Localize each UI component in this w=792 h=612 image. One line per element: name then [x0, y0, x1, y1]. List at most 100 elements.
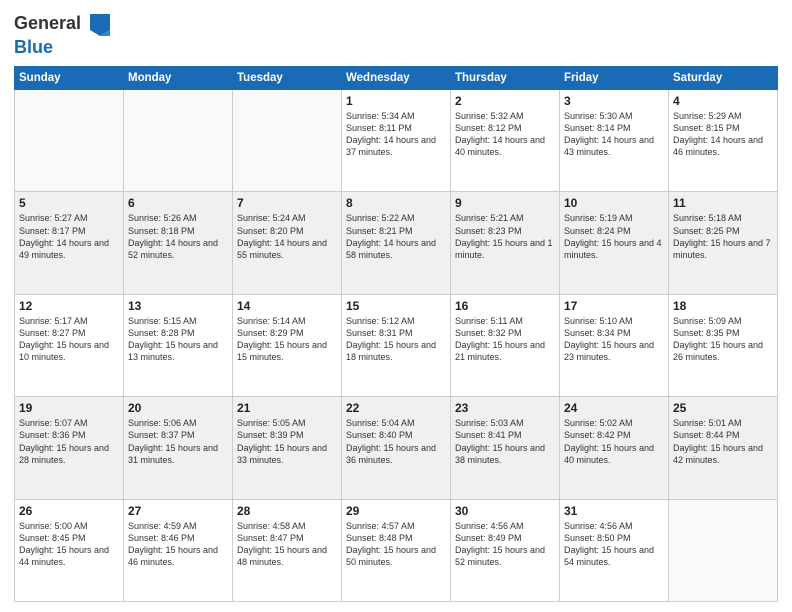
cell-info: Sunrise: 5:32 AMSunset: 8:12 PMDaylight:…	[455, 110, 555, 159]
cell-info: Sunrise: 5:04 AMSunset: 8:40 PMDaylight:…	[346, 417, 446, 466]
calendar-cell: 23Sunrise: 5:03 AMSunset: 8:41 PMDayligh…	[451, 397, 560, 499]
day-number: 7	[237, 195, 337, 211]
calendar-cell: 27Sunrise: 4:59 AMSunset: 8:46 PMDayligh…	[124, 499, 233, 601]
calendar-cell: 25Sunrise: 5:01 AMSunset: 8:44 PMDayligh…	[669, 397, 778, 499]
calendar-cell: 26Sunrise: 5:00 AMSunset: 8:45 PMDayligh…	[15, 499, 124, 601]
calendar-cell: 9Sunrise: 5:21 AMSunset: 8:23 PMDaylight…	[451, 192, 560, 294]
cell-info: Sunrise: 5:19 AMSunset: 8:24 PMDaylight:…	[564, 212, 664, 261]
day-number: 23	[455, 400, 555, 416]
day-number: 13	[128, 298, 228, 314]
cell-info: Sunrise: 5:29 AMSunset: 8:15 PMDaylight:…	[673, 110, 773, 159]
calendar-cell: 20Sunrise: 5:06 AMSunset: 8:37 PMDayligh…	[124, 397, 233, 499]
calendar-cell: 24Sunrise: 5:02 AMSunset: 8:42 PMDayligh…	[560, 397, 669, 499]
logo-general: General	[14, 10, 112, 38]
day-number: 14	[237, 298, 337, 314]
calendar-cell	[233, 89, 342, 191]
day-number: 31	[564, 503, 664, 519]
calendar-cell: 6Sunrise: 5:26 AMSunset: 8:18 PMDaylight…	[124, 192, 233, 294]
cell-info: Sunrise: 5:14 AMSunset: 8:29 PMDaylight:…	[237, 315, 337, 364]
calendar-cell: 31Sunrise: 4:56 AMSunset: 8:50 PMDayligh…	[560, 499, 669, 601]
day-number: 11	[673, 195, 773, 211]
cell-info: Sunrise: 5:27 AMSunset: 8:17 PMDaylight:…	[19, 212, 119, 261]
col-header-monday: Monday	[124, 66, 233, 89]
calendar-cell: 19Sunrise: 5:07 AMSunset: 8:36 PMDayligh…	[15, 397, 124, 499]
day-number: 17	[564, 298, 664, 314]
calendar-cell: 29Sunrise: 4:57 AMSunset: 8:48 PMDayligh…	[342, 499, 451, 601]
cell-info: Sunrise: 5:17 AMSunset: 8:27 PMDaylight:…	[19, 315, 119, 364]
day-number: 5	[19, 195, 119, 211]
calendar-cell: 21Sunrise: 5:05 AMSunset: 8:39 PMDayligh…	[233, 397, 342, 499]
cell-info: Sunrise: 5:11 AMSunset: 8:32 PMDaylight:…	[455, 315, 555, 364]
day-number: 2	[455, 93, 555, 109]
day-number: 21	[237, 400, 337, 416]
logo-blue: Blue	[14, 38, 112, 58]
cell-info: Sunrise: 4:57 AMSunset: 8:48 PMDaylight:…	[346, 520, 446, 569]
day-number: 1	[346, 93, 446, 109]
calendar-week-row: 19Sunrise: 5:07 AMSunset: 8:36 PMDayligh…	[15, 397, 778, 499]
cell-info: Sunrise: 5:02 AMSunset: 8:42 PMDaylight:…	[564, 417, 664, 466]
day-number: 6	[128, 195, 228, 211]
calendar-week-row: 26Sunrise: 5:00 AMSunset: 8:45 PMDayligh…	[15, 499, 778, 601]
calendar-cell: 7Sunrise: 5:24 AMSunset: 8:20 PMDaylight…	[233, 192, 342, 294]
calendar-cell	[15, 89, 124, 191]
cell-info: Sunrise: 4:59 AMSunset: 8:46 PMDaylight:…	[128, 520, 228, 569]
col-header-friday: Friday	[560, 66, 669, 89]
calendar-cell: 14Sunrise: 5:14 AMSunset: 8:29 PMDayligh…	[233, 294, 342, 396]
cell-info: Sunrise: 5:09 AMSunset: 8:35 PMDaylight:…	[673, 315, 773, 364]
calendar-cell: 10Sunrise: 5:19 AMSunset: 8:24 PMDayligh…	[560, 192, 669, 294]
day-number: 18	[673, 298, 773, 314]
cell-info: Sunrise: 5:12 AMSunset: 8:31 PMDaylight:…	[346, 315, 446, 364]
day-number: 9	[455, 195, 555, 211]
cell-info: Sunrise: 5:10 AMSunset: 8:34 PMDaylight:…	[564, 315, 664, 364]
calendar-cell: 16Sunrise: 5:11 AMSunset: 8:32 PMDayligh…	[451, 294, 560, 396]
page: General Blue SundayMondayTuesdayWednesda…	[0, 0, 792, 612]
calendar-cell	[669, 499, 778, 601]
calendar-cell: 1Sunrise: 5:34 AMSunset: 8:11 PMDaylight…	[342, 89, 451, 191]
calendar-cell: 2Sunrise: 5:32 AMSunset: 8:12 PMDaylight…	[451, 89, 560, 191]
col-header-sunday: Sunday	[15, 66, 124, 89]
calendar-cell: 4Sunrise: 5:29 AMSunset: 8:15 PMDaylight…	[669, 89, 778, 191]
day-number: 28	[237, 503, 337, 519]
logo-icon	[88, 10, 112, 38]
day-number: 30	[455, 503, 555, 519]
day-number: 4	[673, 93, 773, 109]
day-number: 26	[19, 503, 119, 519]
calendar-cell: 22Sunrise: 5:04 AMSunset: 8:40 PMDayligh…	[342, 397, 451, 499]
cell-info: Sunrise: 5:26 AMSunset: 8:18 PMDaylight:…	[128, 212, 228, 261]
calendar-cell: 13Sunrise: 5:15 AMSunset: 8:28 PMDayligh…	[124, 294, 233, 396]
cell-info: Sunrise: 5:15 AMSunset: 8:28 PMDaylight:…	[128, 315, 228, 364]
calendar-cell: 3Sunrise: 5:30 AMSunset: 8:14 PMDaylight…	[560, 89, 669, 191]
col-header-thursday: Thursday	[451, 66, 560, 89]
calendar-cell: 28Sunrise: 4:58 AMSunset: 8:47 PMDayligh…	[233, 499, 342, 601]
day-number: 19	[19, 400, 119, 416]
calendar-header-row: SundayMondayTuesdayWednesdayThursdayFrid…	[15, 66, 778, 89]
calendar-cell: 30Sunrise: 4:56 AMSunset: 8:49 PMDayligh…	[451, 499, 560, 601]
calendar-week-row: 1Sunrise: 5:34 AMSunset: 8:11 PMDaylight…	[15, 89, 778, 191]
day-number: 12	[19, 298, 119, 314]
cell-info: Sunrise: 5:22 AMSunset: 8:21 PMDaylight:…	[346, 212, 446, 261]
cell-info: Sunrise: 4:56 AMSunset: 8:50 PMDaylight:…	[564, 520, 664, 569]
calendar-cell: 5Sunrise: 5:27 AMSunset: 8:17 PMDaylight…	[15, 192, 124, 294]
cell-info: Sunrise: 5:06 AMSunset: 8:37 PMDaylight:…	[128, 417, 228, 466]
col-header-saturday: Saturday	[669, 66, 778, 89]
cell-info: Sunrise: 5:34 AMSunset: 8:11 PMDaylight:…	[346, 110, 446, 159]
cell-info: Sunrise: 5:01 AMSunset: 8:44 PMDaylight:…	[673, 417, 773, 466]
cell-info: Sunrise: 5:18 AMSunset: 8:25 PMDaylight:…	[673, 212, 773, 261]
calendar: SundayMondayTuesdayWednesdayThursdayFrid…	[14, 66, 778, 602]
logo: General Blue	[14, 10, 112, 58]
day-number: 27	[128, 503, 228, 519]
day-number: 29	[346, 503, 446, 519]
cell-info: Sunrise: 5:30 AMSunset: 8:14 PMDaylight:…	[564, 110, 664, 159]
col-header-wednesday: Wednesday	[342, 66, 451, 89]
day-number: 25	[673, 400, 773, 416]
day-number: 24	[564, 400, 664, 416]
cell-info: Sunrise: 4:56 AMSunset: 8:49 PMDaylight:…	[455, 520, 555, 569]
col-header-tuesday: Tuesday	[233, 66, 342, 89]
calendar-cell: 12Sunrise: 5:17 AMSunset: 8:27 PMDayligh…	[15, 294, 124, 396]
header: General Blue	[14, 10, 778, 58]
calendar-cell: 11Sunrise: 5:18 AMSunset: 8:25 PMDayligh…	[669, 192, 778, 294]
day-number: 22	[346, 400, 446, 416]
day-number: 16	[455, 298, 555, 314]
calendar-cell	[124, 89, 233, 191]
calendar-cell: 18Sunrise: 5:09 AMSunset: 8:35 PMDayligh…	[669, 294, 778, 396]
